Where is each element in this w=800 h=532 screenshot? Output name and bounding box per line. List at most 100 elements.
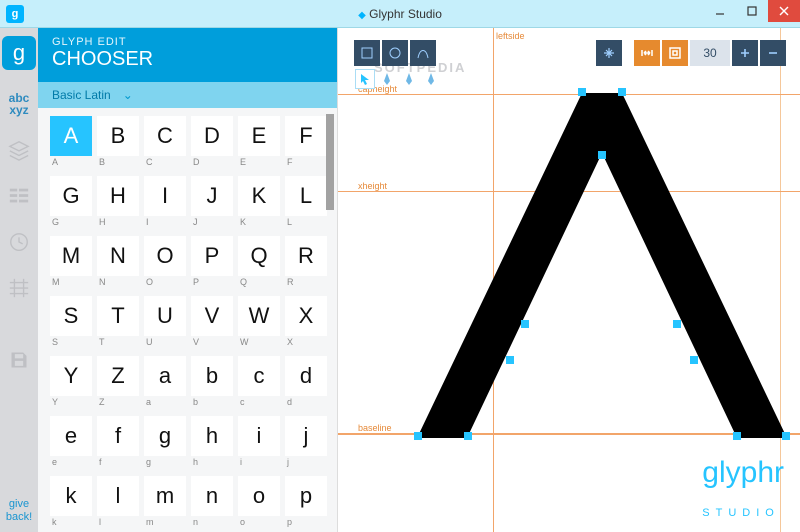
point-handle[interactable] xyxy=(598,151,606,159)
glyph-tile[interactable]: b xyxy=(191,356,233,396)
glyph-tile[interactable]: L xyxy=(285,176,327,216)
glyph-cell-S[interactable]: SS xyxy=(50,296,92,354)
maximize-button[interactable] xyxy=(736,0,768,22)
glyph-cell-F[interactable]: FF xyxy=(285,116,327,174)
glyph-cell-h[interactable]: hh xyxy=(191,416,233,474)
point-handle[interactable] xyxy=(414,432,422,440)
glyph-cell-b[interactable]: bb xyxy=(191,356,233,414)
glyph-tile[interactable]: e xyxy=(50,416,92,456)
glyph-cell-c[interactable]: cc xyxy=(238,356,280,414)
glyph-tile[interactable]: R xyxy=(285,236,327,276)
glyph-tile[interactable]: Y xyxy=(50,356,92,396)
glyph-cell-A[interactable]: AA xyxy=(50,116,92,174)
glyph-cell-a[interactable]: aa xyxy=(144,356,186,414)
point-handle[interactable] xyxy=(521,320,529,328)
pen-tool[interactable] xyxy=(377,69,397,89)
glyph-tile[interactable]: X xyxy=(285,296,327,336)
point-handle[interactable] xyxy=(673,320,681,328)
glyph-cell-n[interactable]: nn xyxy=(191,476,233,532)
minimize-button[interactable] xyxy=(704,0,736,22)
glyph-cell-P[interactable]: PP xyxy=(191,236,233,294)
glyph-cell-I[interactable]: II xyxy=(144,176,186,234)
glyph-cell-e[interactable]: ee xyxy=(50,416,92,474)
zoom-value[interactable]: 30 xyxy=(690,40,730,66)
attributes-icon[interactable] xyxy=(7,184,31,208)
glyph-tile[interactable]: Z xyxy=(97,356,139,396)
guides-icon[interactable] xyxy=(7,276,31,300)
history-icon[interactable] xyxy=(7,230,31,254)
glyph-tile[interactable]: J xyxy=(191,176,233,216)
glyph-cell-Z[interactable]: ZZ xyxy=(97,356,139,414)
glyph-chooser-icon[interactable]: abcxyz xyxy=(9,92,30,116)
glyph-cell-M[interactable]: MM xyxy=(50,236,92,294)
glyph-tile[interactable]: K xyxy=(238,176,280,216)
zoom-in-button[interactable] xyxy=(732,40,758,66)
glyph-cell-W[interactable]: WW xyxy=(238,296,280,354)
glyph-tile[interactable]: D xyxy=(191,116,233,156)
glyph-cell-i[interactable]: ii xyxy=(238,416,280,474)
layers-icon[interactable] xyxy=(7,138,31,162)
unicode-range-select[interactable]: Basic Latin ⌄ xyxy=(38,82,337,108)
glyph-cell-j[interactable]: jj xyxy=(285,416,327,474)
rect-tool[interactable] xyxy=(354,40,380,66)
glyph-cell-D[interactable]: DD xyxy=(191,116,233,174)
glyph-tile[interactable]: h xyxy=(191,416,233,456)
glyph-cell-Y[interactable]: YY xyxy=(50,356,92,414)
glyph-cell-p[interactable]: pp xyxy=(285,476,327,532)
glyph-cell-K[interactable]: KK xyxy=(238,176,280,234)
point-handle[interactable] xyxy=(506,356,514,364)
point-handle[interactable] xyxy=(782,432,790,440)
glyph-tile[interactable]: N xyxy=(97,236,139,276)
glyph-cell-H[interactable]: HH xyxy=(97,176,139,234)
glyph-tile[interactable]: A xyxy=(50,116,92,156)
glyph-tile[interactable]: W xyxy=(238,296,280,336)
oval-tool[interactable] xyxy=(382,40,408,66)
glyph-tile[interactable]: U xyxy=(144,296,186,336)
glyph-cell-N[interactable]: NN xyxy=(97,236,139,294)
glyph-cell-f[interactable]: ff xyxy=(97,416,139,474)
glyph-tile[interactable]: a xyxy=(144,356,186,396)
glyph-tile[interactable]: C xyxy=(144,116,186,156)
point-handle[interactable] xyxy=(464,432,472,440)
glyph-cell-d[interactable]: dd xyxy=(285,356,327,414)
arrow-tool[interactable] xyxy=(355,69,375,89)
glyph-tile[interactable]: c xyxy=(238,356,280,396)
glyph-tile[interactable]: H xyxy=(97,176,139,216)
point-handle[interactable] xyxy=(618,88,626,96)
glyph-tile[interactable]: O xyxy=(144,236,186,276)
glyph-tile[interactable]: I xyxy=(144,176,186,216)
glyph-cell-L[interactable]: LL xyxy=(285,176,327,234)
glyph-cell-T[interactable]: TT xyxy=(97,296,139,354)
glyph-cell-o[interactable]: oo xyxy=(238,476,280,532)
glyph-cell-X[interactable]: XX xyxy=(285,296,327,354)
pen-remove-tool[interactable] xyxy=(421,69,441,89)
pen-add-tool[interactable] xyxy=(399,69,419,89)
glyph-tile[interactable]: S xyxy=(50,296,92,336)
glyph-cell-G[interactable]: GG xyxy=(50,176,92,234)
glyph-cell-C[interactable]: CC xyxy=(144,116,186,174)
glyph-cell-l[interactable]: ll xyxy=(97,476,139,532)
glyph-tile[interactable]: B xyxy=(97,116,139,156)
glyph-tile[interactable]: l xyxy=(97,476,139,516)
glyph-tile[interactable]: f xyxy=(97,416,139,456)
point-handle[interactable] xyxy=(733,432,741,440)
glyph-shape[interactable] xyxy=(417,93,787,443)
glyph-tile[interactable]: i xyxy=(238,416,280,456)
glyph-tile[interactable]: m xyxy=(144,476,186,516)
glyph-tile[interactable]: F xyxy=(285,116,327,156)
point-handle[interactable] xyxy=(578,88,586,96)
glyph-tile[interactable]: E xyxy=(238,116,280,156)
glyph-tile[interactable]: M xyxy=(50,236,92,276)
glyph-cell-m[interactable]: mm xyxy=(144,476,186,532)
scrollbar[interactable] xyxy=(326,108,334,532)
glyph-tile[interactable]: Q xyxy=(238,236,280,276)
glyph-tile[interactable]: P xyxy=(191,236,233,276)
glyph-tile[interactable]: n xyxy=(191,476,233,516)
glyph-tile[interactable]: G xyxy=(50,176,92,216)
give-back-link[interactable]: giveback! xyxy=(6,498,32,524)
glyph-tile[interactable]: k xyxy=(50,476,92,516)
glyph-tile[interactable]: o xyxy=(238,476,280,516)
point-handle[interactable] xyxy=(690,356,698,364)
zoom-out-button[interactable] xyxy=(760,40,786,66)
save-icon[interactable] xyxy=(7,348,31,372)
